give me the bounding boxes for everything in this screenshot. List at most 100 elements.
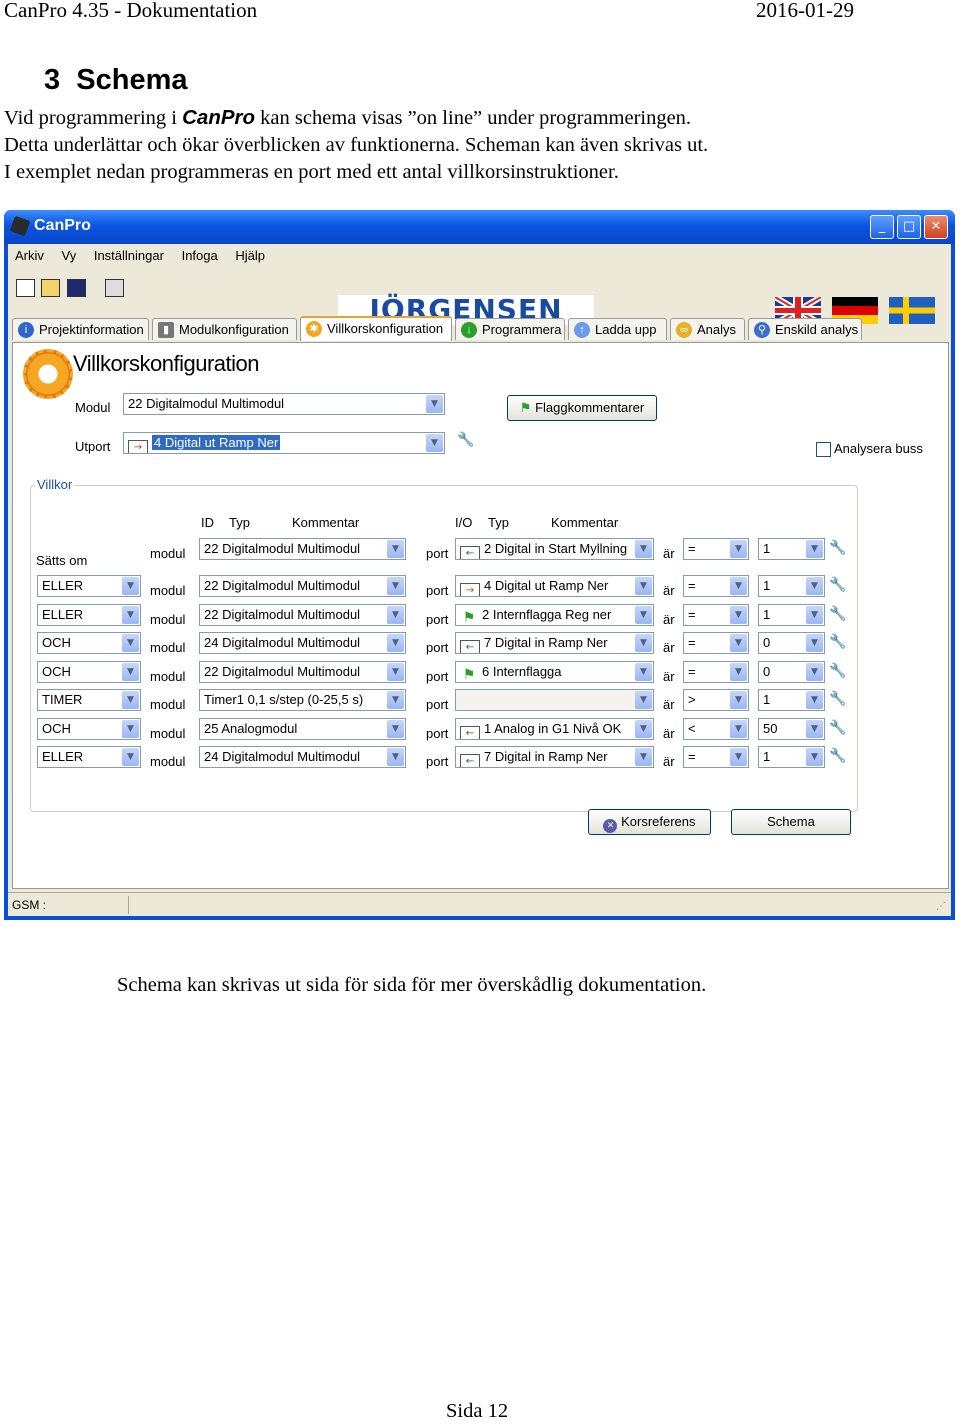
comparator-select[interactable]: = ▼ <box>683 661 749 683</box>
utport-select[interactable]: → 4 Digital ut Ramp Ner ▼ <box>123 432 445 454</box>
comparator-select[interactable]: = ▼ <box>683 604 749 626</box>
menu-infoga[interactable]: Infoga <box>182 248 218 263</box>
ar-word: är <box>663 546 675 561</box>
resize-grip-icon[interactable]: ⋰ <box>936 901 946 912</box>
comparator-select[interactable]: = ▼ <box>683 575 749 597</box>
menu-installningar[interactable]: Inställningar <box>94 248 164 263</box>
modul-select[interactable]: 22 Digitalmodul Multimodul ▼ <box>123 393 445 415</box>
wrench-icon[interactable]: 🔧 <box>829 663 847 679</box>
tab-label: Enskild analys <box>775 322 859 337</box>
value-select[interactable]: 50 ▼ <box>758 718 825 740</box>
tab-villkorskonfiguration[interactable]: ✱ Villkorskonfiguration <box>300 316 452 341</box>
chevron-down-icon: ▼ <box>730 606 747 624</box>
wrench-icon[interactable]: 🔧 <box>829 540 847 556</box>
operator-select[interactable]: OCH ▼ <box>37 661 141 683</box>
tab-projektinformation[interactable]: i Projektinformation <box>12 318 149 340</box>
col-typ: Typ <box>229 515 250 530</box>
wrench-icon[interactable]: 🔧 <box>829 720 847 736</box>
port-select[interactable]: → 4 Digital ut Ramp Ner ▼ <box>455 575 654 597</box>
port-select[interactable]: ← 7 Digital in Ramp Ner ▼ <box>455 746 654 768</box>
menu-vy[interactable]: Vy <box>62 248 77 263</box>
app-window: CanPro _ □ ✕ Arkiv Vy Inställningar Info… <box>4 210 955 920</box>
port-select[interactable]: ⚑ 6 Internflagga ▼ <box>455 661 654 683</box>
port-select-value: 7 Digital in Ramp Ner <box>484 635 608 650</box>
value-select[interactable]: 0 ▼ <box>758 632 825 654</box>
new-file-icon[interactable] <box>16 279 35 297</box>
wrench-icon[interactable]: 🔧 <box>829 606 847 622</box>
tab-enskild-analys[interactable]: ⚲ Enskild analys <box>748 318 862 340</box>
module-select[interactable]: 24 Digitalmodul Multimodul ▼ <box>199 746 406 768</box>
value-select[interactable]: 1 ▼ <box>758 604 825 626</box>
operator-select-value: OCH <box>42 664 71 679</box>
wrench-icon[interactable]: 🔧 <box>829 577 847 593</box>
chevron-down-icon: ▼ <box>806 691 823 709</box>
tab-ladda-upp[interactable]: ↑ Ladda upp <box>568 318 667 340</box>
schema-button[interactable]: Schema <box>731 809 851 835</box>
app-icon <box>9 215 31 237</box>
port-select[interactable]: ▼ <box>455 689 654 711</box>
value-select[interactable]: 1 ▼ <box>758 538 825 560</box>
comparator-select[interactable]: = ▼ <box>683 632 749 654</box>
comparator-select[interactable]: = ▼ <box>683 746 749 768</box>
operator-select-value: TIMER <box>42 692 83 707</box>
modul-word: modul <box>150 640 186 655</box>
minimize-icon[interactable]: _ <box>870 215 894 239</box>
magnifier-icon: ⚲ <box>754 322 770 338</box>
comparator-select[interactable]: < ▼ <box>683 718 749 740</box>
operator-select[interactable]: TIMER ▼ <box>37 689 141 711</box>
module-select-value: 25 Analogmodul <box>204 721 298 736</box>
operator-select[interactable]: ELLER ▼ <box>37 746 141 768</box>
tab-modulkonfiguration[interactable]: ▮ Modulkonfiguration <box>152 318 297 340</box>
save-icon[interactable] <box>67 279 86 297</box>
satts-om-label: Sätts om <box>36 553 88 568</box>
menu-arkiv[interactable]: Arkiv <box>15 248 44 263</box>
swedish-flag-icon[interactable] <box>889 297 935 324</box>
module-select[interactable]: 22 Digitalmodul Multimodul ▼ <box>199 604 406 626</box>
value-select[interactable]: 1 ▼ <box>758 575 825 597</box>
wrench-icon[interactable]: 🔧 <box>829 691 847 707</box>
wrench-icon[interactable]: 🔧 <box>829 748 847 764</box>
tab-analys[interactable]: ∞ Analys <box>670 318 745 340</box>
comparator-select[interactable]: = ▼ <box>683 538 749 560</box>
open-folder-icon[interactable] <box>41 279 60 297</box>
module-select[interactable]: 22 Digitalmodul Multimodul ▼ <box>199 575 406 597</box>
comparator-select[interactable]: > ▼ <box>683 689 749 711</box>
comparator-select-value: > <box>688 692 696 707</box>
button-label: Schema <box>767 814 815 829</box>
menu-hjalp[interactable]: Hjälp <box>235 248 265 263</box>
port-select[interactable]: ← 7 Digital in Ramp Ner ▼ <box>455 632 654 654</box>
value-select[interactable]: 1 ▼ <box>758 746 825 768</box>
comparator-select-value: = <box>688 578 696 593</box>
tab-programmera[interactable]: ↓ Programmera <box>455 318 565 340</box>
operator-select[interactable]: OCH ▼ <box>37 632 141 654</box>
modul-word: modul <box>150 697 186 712</box>
module-select-value: 22 Digitalmodul Multimodul <box>204 607 361 622</box>
print-icon[interactable] <box>105 279 124 297</box>
value-select[interactable]: 1 ▼ <box>758 689 825 711</box>
operator-select[interactable]: ELLER ▼ <box>37 604 141 626</box>
flaggkommentarer-button[interactable]: ⚑ Flaggkommentarer <box>507 395 657 421</box>
operator-select[interactable]: OCH ▼ <box>37 718 141 740</box>
wrench-icon[interactable]: 🔧 <box>829 634 847 650</box>
korsreferens-button[interactable]: ✕ Korsreferens <box>588 809 711 835</box>
module-select[interactable]: 22 Digitalmodul Multimodul ▼ <box>199 661 406 683</box>
module-select[interactable]: 22 Digitalmodul Multimodul ▼ <box>199 538 406 560</box>
comparator-select-value: = <box>688 635 696 650</box>
value-select[interactable]: 0 ▼ <box>758 661 825 683</box>
module-select[interactable]: Timer1 0,1 s/step (0-25,5 s) ▼ <box>199 689 406 711</box>
port-select[interactable]: ← 2 Digital in Start Myllning ▼ <box>455 538 654 560</box>
close-icon[interactable]: ✕ <box>924 215 948 239</box>
module-select[interactable]: 25 Analogmodul ▼ <box>199 718 406 740</box>
wrench-icon[interactable]: 🔧 <box>457 432 475 448</box>
operator-select[interactable]: ELLER ▼ <box>37 575 141 597</box>
analysera-buss-checkbox[interactable] <box>816 442 831 457</box>
intro-paragraph: Vid programmering i CanPro kan schema vi… <box>4 104 944 186</box>
maximize-icon[interactable]: □ <box>897 215 921 239</box>
port-select[interactable]: ← 1 Analog in G1 Nivå OK ▼ <box>455 718 654 740</box>
port-select[interactable]: ⚑ 2 Internflagga Reg ner ▼ <box>455 604 654 626</box>
module-select[interactable]: 24 Digitalmodul Multimodul ▼ <box>199 632 406 654</box>
page-number: Sida 12 <box>446 1400 509 1422</box>
port-select-value: 2 Internflagga Reg ner <box>482 607 612 622</box>
doc-header-date: 2016-01-29 <box>756 0 854 22</box>
chevron-down-icon: ▼ <box>122 634 139 652</box>
